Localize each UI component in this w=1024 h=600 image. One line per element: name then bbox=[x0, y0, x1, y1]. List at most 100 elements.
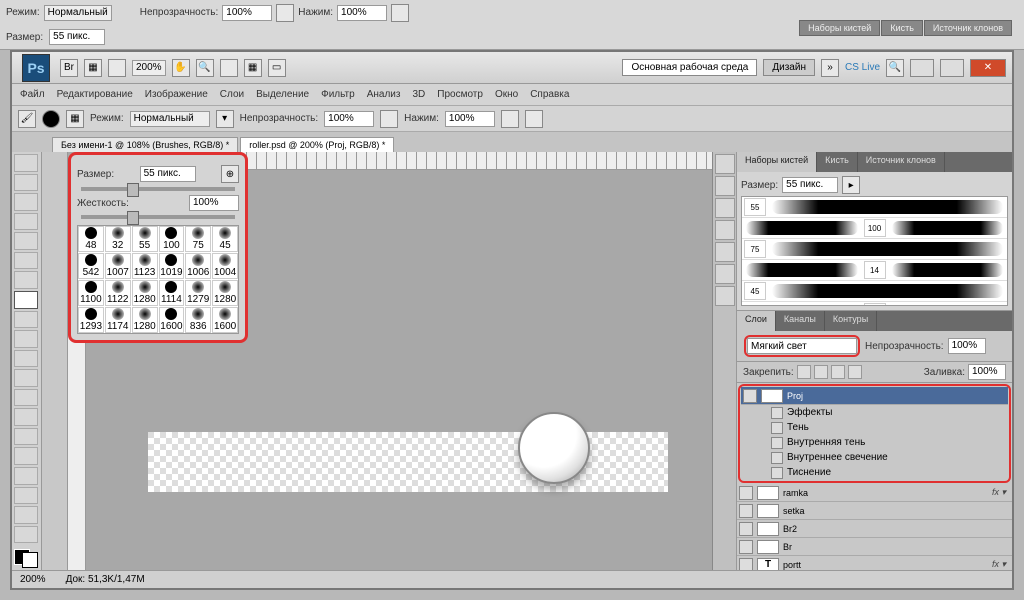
menu-view[interactable]: Просмотр bbox=[437, 89, 483, 100]
visibility-eye-icon[interactable] bbox=[739, 522, 753, 536]
brush-size-input[interactable]: 55 пикс. bbox=[140, 166, 196, 182]
menu-edit[interactable]: Редактирование bbox=[57, 89, 133, 100]
brush-hardness-slider[interactable] bbox=[81, 215, 235, 219]
workspace-essentials-button[interactable]: Основная рабочая среда bbox=[622, 59, 757, 76]
brush-preset-cell[interactable]: 1293 bbox=[78, 307, 104, 333]
3d-tool[interactable] bbox=[14, 506, 38, 524]
tab-brush-presets[interactable]: Наборы кистей bbox=[799, 20, 880, 36]
collapsed-dock-left[interactable] bbox=[42, 152, 68, 570]
workspace-design-button[interactable]: Дизайн bbox=[763, 59, 815, 76]
tab-clone-source[interactable]: Источник клонов bbox=[924, 20, 1012, 36]
stamp-tool[interactable] bbox=[14, 311, 38, 329]
brush-preset-cell[interactable]: 1174 bbox=[105, 307, 131, 333]
dock-icon[interactable] bbox=[715, 286, 735, 306]
effects-header[interactable]: Эффекты bbox=[741, 405, 1008, 420]
doc-tab-2[interactable]: roller.psd @ 200% (Proj, RGB/8) * bbox=[240, 137, 394, 152]
effect-item[interactable]: Тень bbox=[741, 420, 1008, 435]
brush-preset-cell[interactable]: 836 bbox=[185, 307, 211, 333]
brush-stroke-list[interactable]: 5510075144524542 bbox=[741, 196, 1008, 306]
layer-thumbnail[interactable] bbox=[761, 389, 783, 403]
heal-tool[interactable] bbox=[14, 271, 38, 289]
airbrush-icon[interactable] bbox=[391, 4, 409, 22]
flyout-menu-icon[interactable]: ▸ bbox=[842, 176, 860, 194]
new-preset-icon[interactable]: ⊕ bbox=[221, 165, 239, 183]
menu-layer[interactable]: Слои bbox=[220, 89, 244, 100]
visibility-eye-icon[interactable] bbox=[739, 504, 753, 518]
tab-clone-source[interactable]: Источник клонов bbox=[858, 152, 945, 172]
brush-preset-cell[interactable]: 1114 bbox=[159, 280, 185, 306]
visibility-eye-icon[interactable] bbox=[739, 558, 753, 571]
tablet-size-icon[interactable] bbox=[525, 110, 543, 128]
bridge-icon[interactable]: Br bbox=[60, 59, 78, 77]
brush-size-slider[interactable] bbox=[81, 187, 235, 191]
menu-3d[interactable]: 3D bbox=[412, 89, 425, 100]
menu-select[interactable]: Выделение bbox=[256, 89, 309, 100]
tab-paths[interactable]: Контуры bbox=[825, 311, 877, 331]
brush-tool[interactable] bbox=[14, 291, 38, 309]
fx-badge[interactable]: fx ▾ bbox=[992, 559, 1010, 570]
hand-icon[interactable]: ✋ bbox=[172, 59, 190, 77]
path-tool[interactable] bbox=[14, 467, 38, 485]
visibility-eye-icon[interactable] bbox=[743, 389, 757, 403]
brush-preset-cell[interactable]: 55 bbox=[132, 226, 158, 252]
brush-preset-cell[interactable]: 1600 bbox=[159, 307, 185, 333]
window-maximize-button[interactable] bbox=[940, 59, 964, 77]
layer-row[interactable]: Tporttfx ▾ bbox=[737, 556, 1012, 570]
dodge-tool[interactable] bbox=[14, 408, 38, 426]
doc-tab-1[interactable]: Без имени-1 @ 108% (Brushes, RGB/8) * bbox=[52, 137, 238, 152]
search-icon[interactable]: 🔍 bbox=[886, 59, 904, 77]
layer-row[interactable]: Br bbox=[737, 538, 1012, 556]
preset-size-input[interactable]: 55 пикс. bbox=[782, 177, 838, 193]
marquee-tool[interactable] bbox=[14, 174, 38, 192]
fx-badge[interactable]: fx ▾ bbox=[992, 487, 1010, 498]
workspace-more-icon[interactable]: » bbox=[821, 59, 839, 77]
brush-hardness-input[interactable]: 100% bbox=[189, 195, 239, 211]
type-tool[interactable] bbox=[14, 447, 38, 465]
brush-stroke-row[interactable]: 24 bbox=[742, 302, 1007, 306]
rotate-view-icon[interactable] bbox=[220, 59, 238, 77]
tab-layers[interactable]: Слои bbox=[737, 311, 776, 331]
tab-channels[interactable]: Каналы bbox=[776, 311, 825, 331]
visibility-eye-icon[interactable] bbox=[739, 540, 753, 554]
airbrush-toggle-icon[interactable] bbox=[501, 110, 519, 128]
minibridge-icon[interactable]: ▦ bbox=[84, 59, 102, 77]
brush-preset-cell[interactable]: 45 bbox=[212, 226, 238, 252]
effect-item[interactable]: Внутренняя тень bbox=[741, 435, 1008, 450]
opacity-pressure-icon[interactable] bbox=[276, 4, 294, 22]
eyedropper-tool[interactable] bbox=[14, 252, 38, 270]
effect-item[interactable]: Тиснение bbox=[741, 465, 1008, 480]
opacity-tablet-icon[interactable] bbox=[380, 110, 398, 128]
brush-tool-preset-icon[interactable]: 🖌 bbox=[18, 110, 36, 128]
document-canvas[interactable] bbox=[148, 432, 668, 492]
brush-preset-cell[interactable]: 1007 bbox=[105, 253, 131, 279]
menu-filter[interactable]: Фильтр bbox=[321, 89, 355, 100]
effect-item[interactable]: Внутреннее свечение bbox=[741, 450, 1008, 465]
opt-flow-input[interactable]: 100% bbox=[445, 111, 495, 127]
menu-analysis[interactable]: Анализ bbox=[367, 89, 401, 100]
dock-icon[interactable] bbox=[715, 176, 735, 196]
brush-preset-cell[interactable]: 1280 bbox=[132, 307, 158, 333]
brush-preset-cell[interactable]: 542 bbox=[78, 253, 104, 279]
brush-preset-cell[interactable]: 1123 bbox=[132, 253, 158, 279]
pen-tool[interactable] bbox=[14, 428, 38, 446]
shape-tool[interactable] bbox=[14, 487, 38, 505]
brush-preset-cell[interactable]: 1280 bbox=[132, 280, 158, 306]
brush-preset-cell[interactable]: 1122 bbox=[105, 280, 131, 306]
lock-pixels-icon[interactable] bbox=[814, 365, 828, 379]
opt-mode-dropdown[interactable]: Нормальный bbox=[130, 111, 210, 127]
flow-input[interactable]: 100% bbox=[337, 5, 387, 21]
lock-transparency-icon[interactable] bbox=[797, 365, 811, 379]
chevron-down-icon[interactable]: ▾ bbox=[216, 110, 234, 128]
tab-brush[interactable]: Кисть bbox=[881, 20, 923, 36]
brush-panel-toggle-icon[interactable]: ▦ bbox=[66, 110, 84, 128]
layer-row[interactable]: ramkafx ▾ bbox=[737, 484, 1012, 502]
mode-dropdown[interactable]: Нормальный bbox=[44, 5, 112, 21]
screen-mode-icon[interactable]: ▭ bbox=[268, 59, 286, 77]
brush-stroke-row[interactable]: 75 bbox=[742, 239, 1007, 260]
brush-preset-cell[interactable]: 75 bbox=[185, 226, 211, 252]
size-input[interactable]: 55 пикс. bbox=[49, 29, 105, 45]
dock-icon[interactable] bbox=[715, 198, 735, 218]
brush-tip-icon[interactable] bbox=[42, 110, 60, 128]
opacity-input[interactable]: 100% bbox=[222, 5, 272, 21]
brush-preset-cell[interactable]: 1100 bbox=[78, 280, 104, 306]
